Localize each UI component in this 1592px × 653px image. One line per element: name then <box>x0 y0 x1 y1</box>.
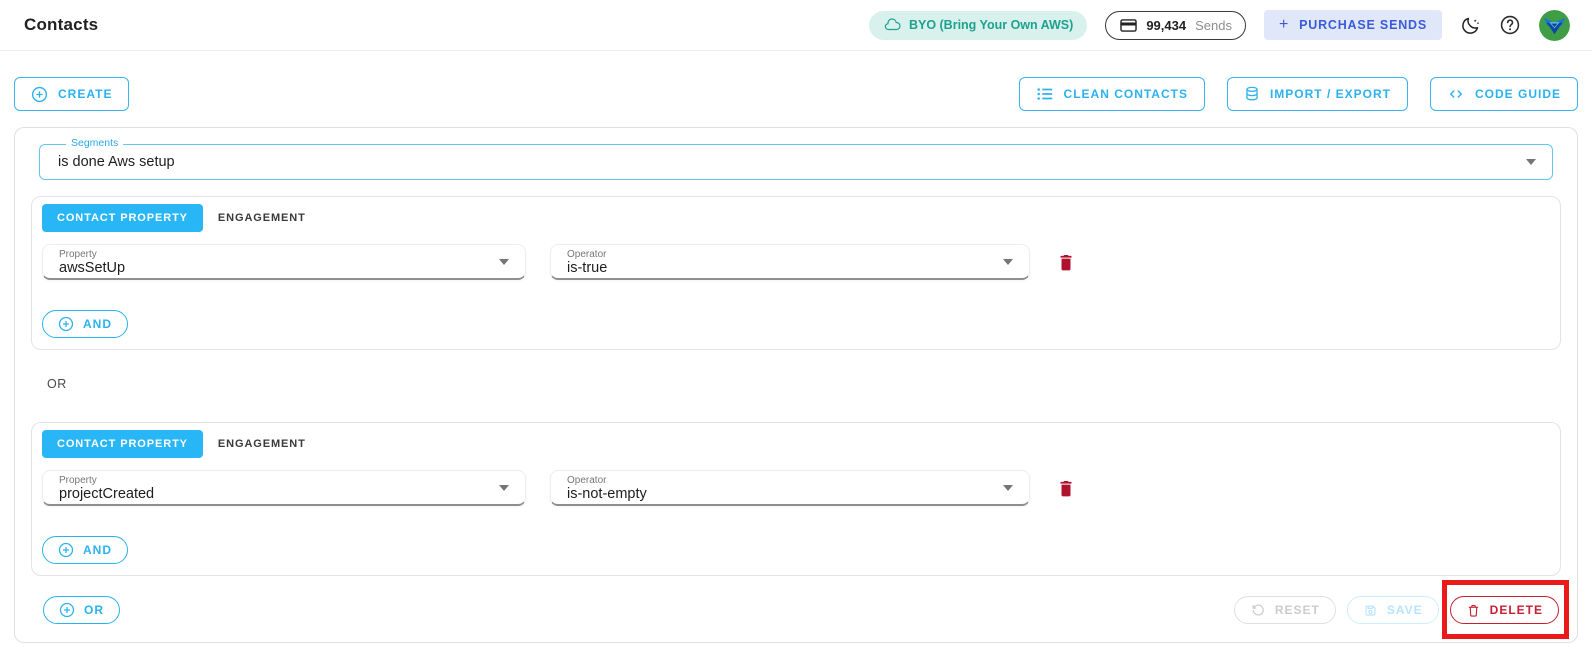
condition-group-2: CONTACT PROPERTY ENGAGEMENT Property pro… <box>31 422 1561 576</box>
property-select[interactable]: Property projectCreated <box>42 470 526 506</box>
chevron-down-icon <box>499 484 509 491</box>
code-icon <box>1447 85 1465 103</box>
operator-select[interactable]: Operator is-true <box>550 244 1030 280</box>
dark-mode-toggle[interactable] <box>1460 15 1481 36</box>
delete-segment-button[interactable]: DELETE <box>1449 596 1559 624</box>
panel-footer: OR RESET SAVE DELETE <box>31 580 1569 639</box>
segment-editor-panel: Segments is done Aws setup CONTACT PROPE… <box>14 127 1578 643</box>
condition-row: Property projectCreated Operator is-not-… <box>42 470 1550 506</box>
help-button[interactable] <box>1499 14 1521 36</box>
operator-select-label: Operator <box>567 475 607 486</box>
wolf-logo-icon <box>1539 9 1570 41</box>
chevron-down-icon <box>499 258 509 265</box>
delete-condition-button[interactable] <box>1056 252 1076 272</box>
chevron-down-icon <box>1526 159 1536 165</box>
reset-button[interactable]: RESET <box>1233 596 1336 624</box>
trash-outline-icon <box>1466 603 1481 618</box>
toolbar-right: CLEAN CONTACTS IMPORT / EXPORT CODE GUID… <box>1018 77 1578 111</box>
database-icon <box>1244 86 1260 102</box>
delete-button-label: DELETE <box>1489 603 1543 617</box>
tab-engagement[interactable]: ENGAGEMENT <box>203 204 321 232</box>
property-select-value: awsSetUp <box>59 260 126 276</box>
and-row: AND <box>42 310 1550 338</box>
user-avatar[interactable] <box>1539 9 1570 41</box>
save-button[interactable]: SAVE <box>1346 596 1439 624</box>
tab-engagement[interactable]: ENGAGEMENT <box>203 430 321 458</box>
and-button-label: AND <box>83 317 112 331</box>
toolbar: CREATE CLEAN CONTACTS IMPORT / EXPORT CO… <box>14 77 1578 111</box>
condition-group-1: CONTACT PROPERTY ENGAGEMENT Property aws… <box>31 196 1561 350</box>
operator-select-value: is-not-empty <box>567 486 647 502</box>
operator-select-value: is-true <box>567 260 608 276</box>
segments-select[interactable]: Segments is done Aws setup <box>39 137 1553 180</box>
import-export-label: IMPORT / EXPORT <box>1269 87 1391 101</box>
purchase-sends-label: PURCHASE SENDS <box>1299 18 1427 32</box>
add-or-group-button[interactable]: OR <box>43 596 120 624</box>
cloud-icon <box>883 16 901 34</box>
property-select-value: projectCreated <box>59 486 155 502</box>
code-guide-label: CODE GUIDE <box>1474 87 1561 101</box>
page-title: Contacts <box>24 15 99 34</box>
header-actions: BYO (Bring Your Own AWS) 99,434 Sends + P… <box>868 9 1570 41</box>
import-export-button[interactable]: IMPORT / EXPORT <box>1226 77 1408 111</box>
byo-aws-badge-label: BYO (Bring Your Own AWS) <box>908 18 1074 32</box>
app-header: Contacts BYO (Bring Your Own AWS) 99,434… <box>0 0 1592 51</box>
plus-circle-icon <box>58 542 74 558</box>
sends-count: 99,434 <box>1146 17 1187 33</box>
reset-button-label: RESET <box>1274 603 1320 617</box>
tab-contact-property[interactable]: CONTACT PROPERTY <box>42 204 203 232</box>
and-button-label: AND <box>83 543 112 557</box>
plus-circle-icon <box>31 86 48 103</box>
delete-condition-button[interactable] <box>1056 478 1076 498</box>
condition-type-tabs: CONTACT PROPERTY ENGAGEMENT <box>42 430 1550 458</box>
clean-contacts-label: CLEAN CONTACTS <box>1063 87 1188 101</box>
and-row: AND <box>42 536 1550 564</box>
add-and-condition-button[interactable]: AND <box>42 310 128 338</box>
plus-icon: + <box>1278 16 1290 33</box>
property-select-label: Property <box>59 475 97 486</box>
property-select[interactable]: Property awsSetUp <box>42 244 526 280</box>
chevron-down-icon <box>1003 258 1013 265</box>
purchase-sends-button[interactable]: + PURCHASE SENDS <box>1263 10 1442 40</box>
plus-circle-icon <box>58 316 74 332</box>
save-icon <box>1363 603 1378 618</box>
footer-actions: RESET SAVE DELETE <box>1233 580 1569 639</box>
create-button[interactable]: CREATE <box>14 77 130 111</box>
delete-button-wrapper: DELETE <box>1441 580 1569 639</box>
trash-icon <box>1056 478 1076 498</box>
segments-select-label: Segments <box>66 137 124 149</box>
credit-card-icon <box>1119 16 1138 35</box>
operator-select-label: Operator <box>567 249 607 260</box>
create-button-label: CREATE <box>58 87 113 101</box>
list-icon <box>1036 85 1054 103</box>
sends-unit-label: Sends <box>1195 17 1232 33</box>
tab-contact-property[interactable]: CONTACT PROPERTY <box>42 430 203 458</box>
property-select-label: Property <box>59 249 97 260</box>
help-icon <box>1499 14 1521 36</box>
save-button-label: SAVE <box>1386 603 1423 617</box>
chevron-down-icon <box>1003 484 1013 491</box>
reset-icon <box>1250 602 1266 618</box>
condition-row: Property awsSetUp Operator is-true <box>42 244 1550 280</box>
operator-select[interactable]: Operator is-not-empty <box>550 470 1030 506</box>
segments-select-value: is done Aws setup <box>58 154 175 170</box>
or-button-label: OR <box>84 603 104 617</box>
condition-type-tabs: CONTACT PROPERTY ENGAGEMENT <box>42 204 1550 232</box>
byo-aws-badge: BYO (Bring Your Own AWS) <box>868 10 1088 40</box>
clean-contacts-button[interactable]: CLEAN CONTACTS <box>1018 77 1205 111</box>
or-separator-label: OR <box>47 377 67 391</box>
plus-circle-icon <box>59 602 75 618</box>
code-guide-button[interactable]: CODE GUIDE <box>1429 77 1578 111</box>
add-and-condition-button[interactable]: AND <box>42 536 128 564</box>
moon-icon <box>1460 15 1481 36</box>
sends-balance-badge: 99,434 Sends <box>1105 10 1246 40</box>
trash-icon <box>1056 252 1076 272</box>
